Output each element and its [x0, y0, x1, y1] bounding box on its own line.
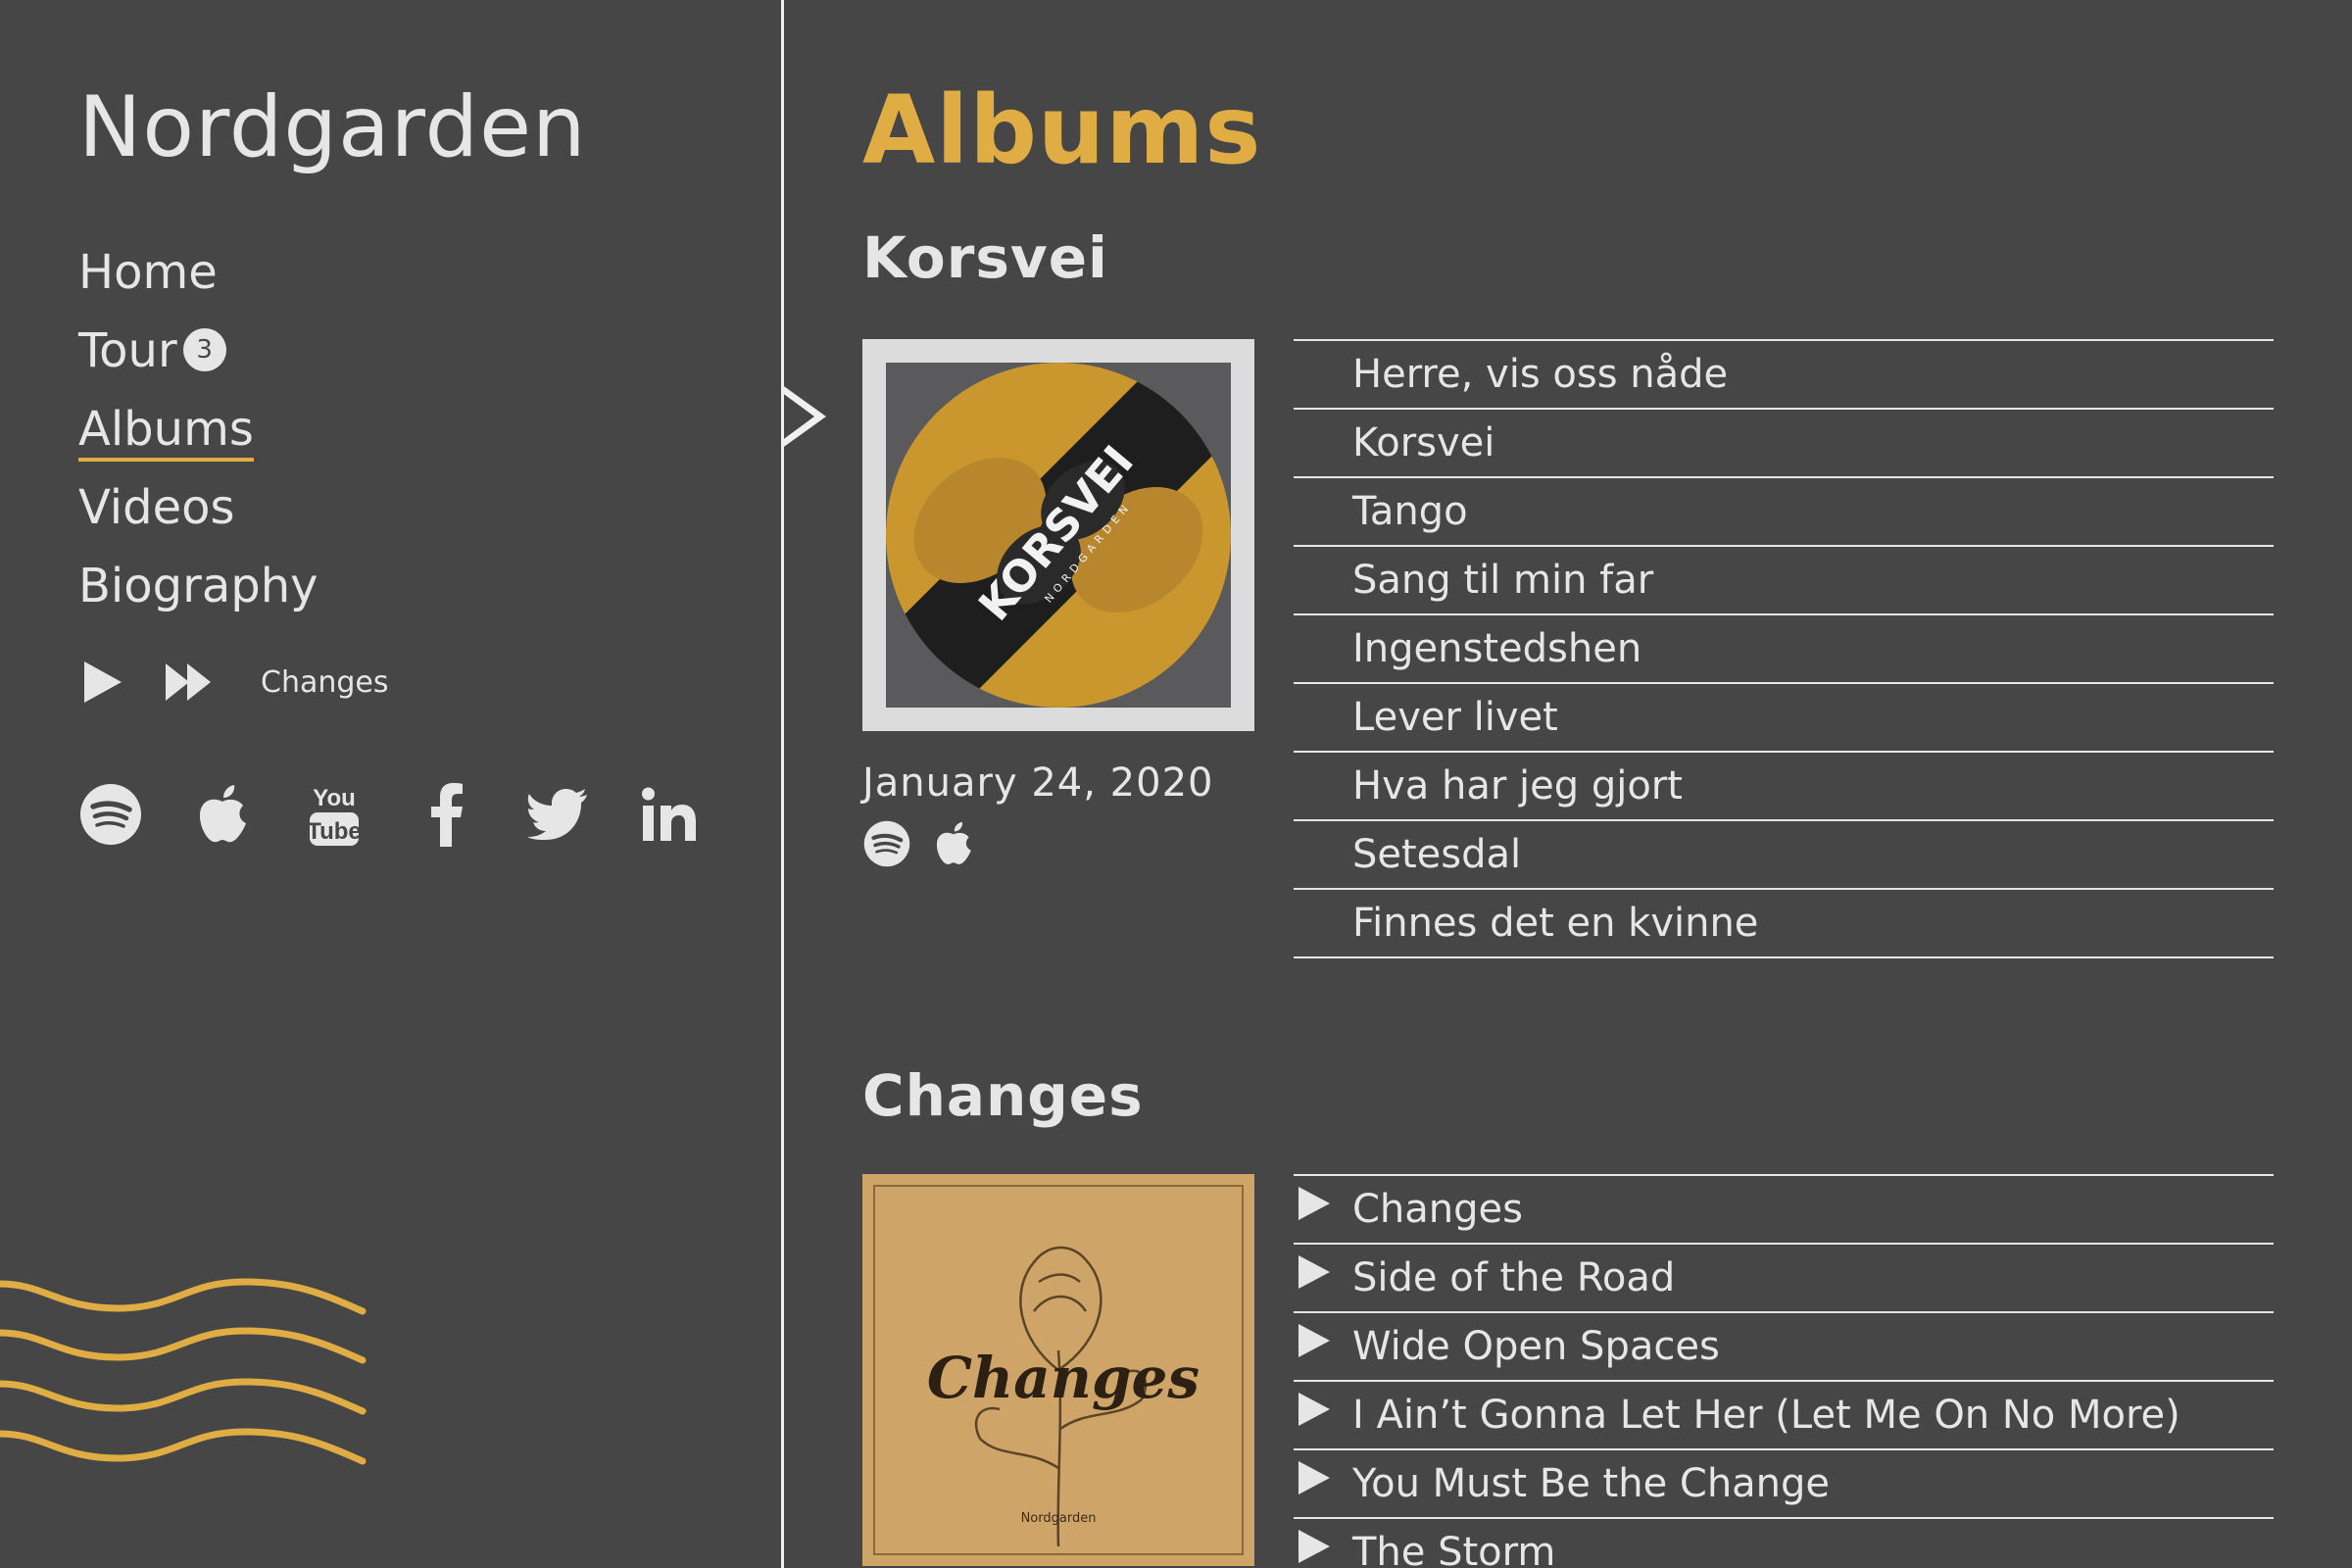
- track-item[interactable]: Ingenstedshen: [1294, 615, 2274, 684]
- svg-text:You: You: [313, 785, 356, 811]
- play-icon[interactable]: [78, 658, 127, 707]
- track-item[interactable]: You Must Be the Change: [1294, 1450, 2274, 1519]
- nav-item-videos[interactable]: Videos: [78, 468, 318, 547]
- svg-text:Changes: Changes: [927, 1345, 1200, 1411]
- track-item[interactable]: Korsvei: [1294, 410, 2274, 478]
- twitter-icon[interactable]: [525, 780, 590, 849]
- play-icon[interactable]: [1298, 1529, 1331, 1564]
- track-title: Changes: [1352, 1187, 1523, 1232]
- album-cover[interactable]: Changes Nordgarden: [862, 1174, 1254, 1566]
- track-title: The Storm: [1352, 1530, 1556, 1568]
- apple-icon[interactable]: [929, 819, 978, 868]
- nav-item-home[interactable]: Home: [78, 233, 318, 312]
- nav-item-label: Biography: [78, 559, 318, 613]
- sidebar-divider: [781, 0, 784, 1568]
- linkedin-icon[interactable]: [637, 780, 702, 849]
- album-title: Changes: [862, 1062, 1144, 1129]
- track-item[interactable]: Finnes det en kvinne: [1294, 890, 2274, 958]
- track-item[interactable]: Hva har jeg gjort: [1294, 753, 2274, 821]
- release-date: January 24, 2020: [862, 760, 1214, 806]
- spotify-icon[interactable]: [862, 819, 911, 868]
- album-title: Korsvei: [862, 224, 1108, 291]
- track-item[interactable]: Changes: [1294, 1176, 2274, 1245]
- site-title[interactable]: Nordgarden: [78, 78, 587, 176]
- decorative-waves: [0, 1278, 367, 1465]
- nav-item-label: Videos: [78, 480, 235, 535]
- social-links: You Tube: [78, 780, 702, 849]
- active-section-pointer: [781, 384, 826, 449]
- nav-item-label: Tour: [78, 323, 177, 378]
- track-item[interactable]: Setesdal: [1294, 821, 2274, 890]
- track-item[interactable]: I Ain’t Gonna Let Her (Let Me On No More…: [1294, 1382, 2274, 1450]
- album-changes: Changes Changes Nordgarden Changes Side …: [862, 1061, 2274, 1568]
- track-item[interactable]: The Storm: [1294, 1519, 2274, 1568]
- play-icon[interactable]: [1298, 1254, 1331, 1290]
- nav-item-albums[interactable]: Albums: [78, 390, 318, 468]
- mini-player: Changes: [78, 655, 389, 710]
- facebook-icon[interactable]: [414, 780, 478, 849]
- fast-forward-icon[interactable]: [165, 658, 214, 707]
- nav-item-tour[interactable]: Tour 3: [78, 312, 318, 390]
- tour-count-badge: 3: [182, 328, 226, 371]
- track-title: I Ain’t Gonna Let Her (Let Me On No More…: [1352, 1393, 2180, 1438]
- album-cover[interactable]: KORSVEI NORDGARDEN: [862, 339, 1254, 731]
- main-nav: Home Tour 3 Albums Videos Biography: [78, 233, 318, 625]
- now-playing-title: Changes: [261, 664, 389, 700]
- play-icon[interactable]: [1298, 1186, 1331, 1221]
- page-title: Albums: [862, 75, 1262, 185]
- track-item[interactable]: Side of the Road: [1294, 1245, 2274, 1313]
- nav-item-label: Home: [78, 245, 218, 300]
- track-list: Changes Side of the Road Wide Open Space…: [1294, 1174, 2274, 1568]
- nav-item-label: Albums: [78, 401, 254, 462]
- track-item[interactable]: Herre, vis oss nåde: [1294, 341, 2274, 410]
- youtube-icon[interactable]: You Tube: [302, 780, 367, 849]
- nav-item-biography[interactable]: Biography: [78, 547, 318, 625]
- play-icon[interactable]: [1298, 1323, 1331, 1358]
- album-streaming-links: [862, 819, 978, 868]
- track-item[interactable]: Wide Open Spaces: [1294, 1313, 2274, 1382]
- apple-icon[interactable]: [190, 780, 255, 849]
- play-icon[interactable]: [1298, 1460, 1331, 1495]
- track-title: You Must Be the Change: [1352, 1461, 1831, 1506]
- track-item[interactable]: Sang til min far: [1294, 547, 2274, 615]
- svg-text:Tube: Tube: [307, 818, 362, 845]
- track-list: Herre, vis oss nåde Korsvei Tango Sang t…: [1294, 339, 2274, 958]
- album-korsvei: Korsvei KORSVEI NORDGARDEN January 24, 2…: [862, 223, 2274, 958]
- track-title: Side of the Road: [1352, 1255, 1676, 1300]
- svg-text:Nordgarden: Nordgarden: [1021, 1511, 1097, 1526]
- play-icon[interactable]: [1298, 1392, 1331, 1427]
- track-item[interactable]: Tango: [1294, 478, 2274, 547]
- track-title: Wide Open Spaces: [1352, 1324, 1720, 1369]
- page: Nordgarden Home Tour 3 Albums Videos Biog…: [0, 0, 2352, 1568]
- sidebar: Nordgarden Home Tour 3 Albums Videos Biog…: [0, 0, 781, 1568]
- spotify-icon[interactable]: [78, 780, 143, 849]
- track-item[interactable]: Lever livet: [1294, 684, 2274, 753]
